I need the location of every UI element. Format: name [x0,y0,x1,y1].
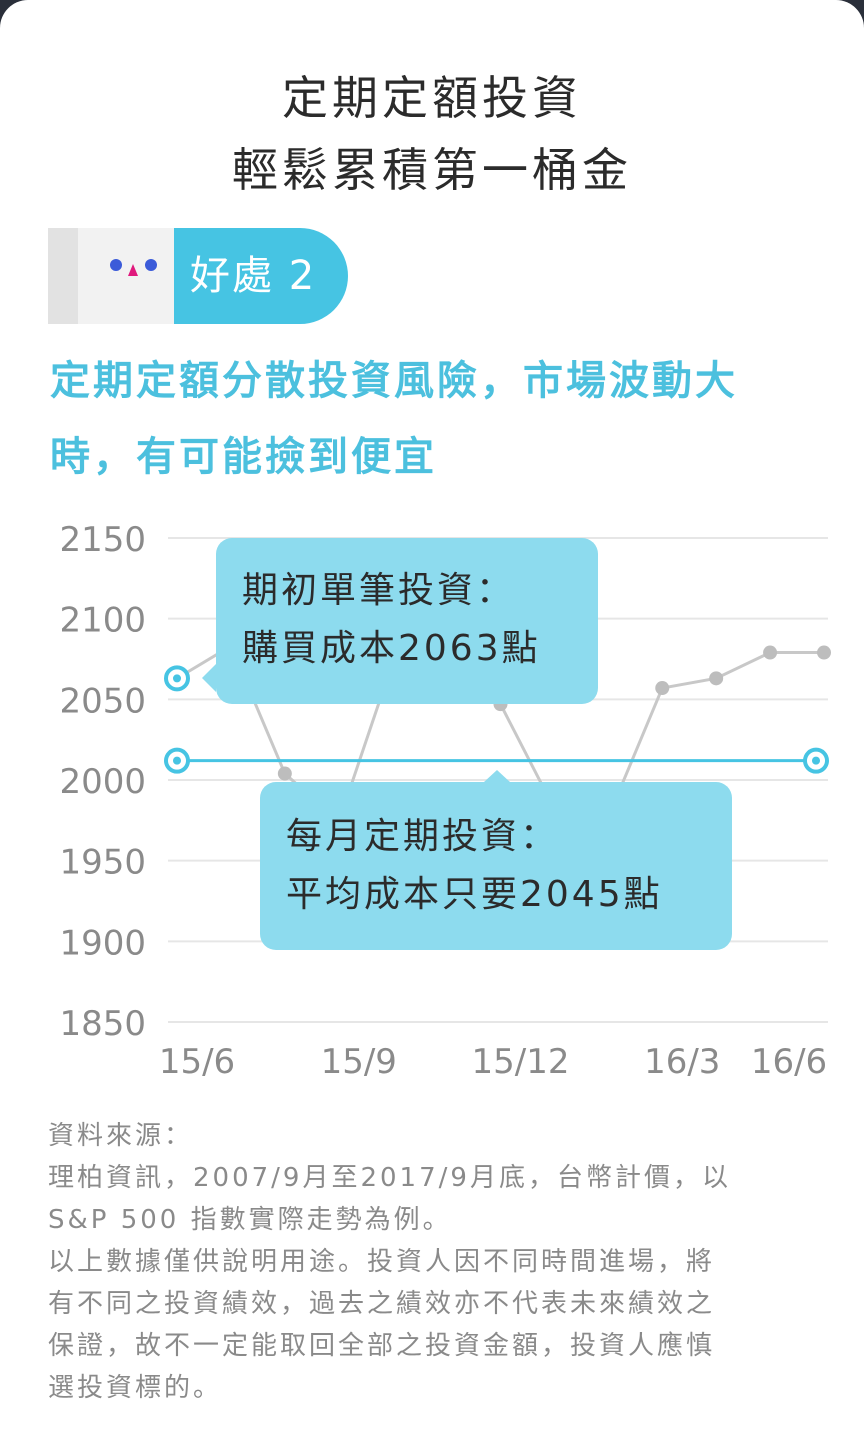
lump-sum-callout-line2: 購買成本2063點 [242,628,541,669]
lump-sum-callout-line1: 期初單筆投資： [242,570,516,611]
mascot-face-icon [110,259,157,276]
note-line: 理柏資訊，2007/9月至2017/9月底，台幣計價，以 [48,1163,731,1193]
monthly-invest-callout-line1: 每月定期投資： [286,816,560,857]
y-tick-label: 2150 [59,520,146,560]
price-point [763,645,778,660]
y-tick-label: 2000 [59,762,146,802]
chart-x-ticks: 15/6 15/9 15/12 16/3 16/6 [159,1042,827,1082]
price-point [277,766,292,781]
price-point [817,645,831,660]
benefit-badge-label: 好處 2 [190,253,317,299]
y-tick-label: 2100 [59,601,146,641]
y-tick-label: 2050 [59,681,146,721]
price-point [655,681,670,696]
tag-strip [48,228,78,324]
note-line: 選投資標的。 [48,1373,223,1403]
y-tick-label: 1950 [59,843,146,883]
y-tick-label: 1900 [59,923,146,963]
note-line: 資料來源： [48,1121,194,1151]
x-tick-label: 15/9 [321,1042,397,1082]
note-line: 保證，故不一定能取回全部之投資金額，投資人應慎 [48,1331,716,1361]
note-line: 有不同之投資績效，過去之績效亦不代表未來績效之 [48,1289,716,1319]
lump-sum-callout: 期初單筆投資： 購買成本2063點 [202,538,598,704]
monthly-invest-callout: 每月定期投資： 平均成本只要2045點 [260,770,732,950]
chart-y-ticks: 2150 2100 2050 2000 1950 1900 1850 [59,520,146,1044]
price-point [709,671,724,686]
page-title-line1: 定期定額投資 [282,71,582,125]
x-tick-label: 15/6 [159,1042,235,1082]
infographic-card: 定期定額投資 輕鬆累積第一桶金 好處 2 定期定額分散投資風險，市場波動大 時，… [0,0,864,1440]
note-line: 以上數據僅供說明用途。投資人因不同時間進場，將 [48,1247,716,1277]
lump-sum-marker-dot [173,674,181,683]
x-tick-label: 16/6 [751,1042,827,1082]
average-cost-start-marker-dot [173,756,181,765]
subtitle-line2: 時，有可能撿到便宜 [50,434,437,480]
y-tick-label: 1850 [59,1004,146,1044]
monthly-invest-callout-line2: 平均成本只要2045點 [286,874,663,915]
average-cost-end-marker-dot [812,756,820,765]
x-tick-label: 16/3 [644,1042,720,1082]
source-notes: 資料來源： 理柏資訊，2007/9月至2017/9月底，台幣計價，以 S&P 5… [48,1115,828,1409]
page-title-line2: 輕鬆累積第一桶金 [232,143,632,197]
tag-face-icon [78,228,178,324]
x-tick-label: 15/12 [472,1042,570,1082]
note-line: S&P 500 指數實際走勢為例。 [48,1205,452,1235]
subtitle-line1: 定期定額分散投資風險，市場波動大 [50,358,738,404]
